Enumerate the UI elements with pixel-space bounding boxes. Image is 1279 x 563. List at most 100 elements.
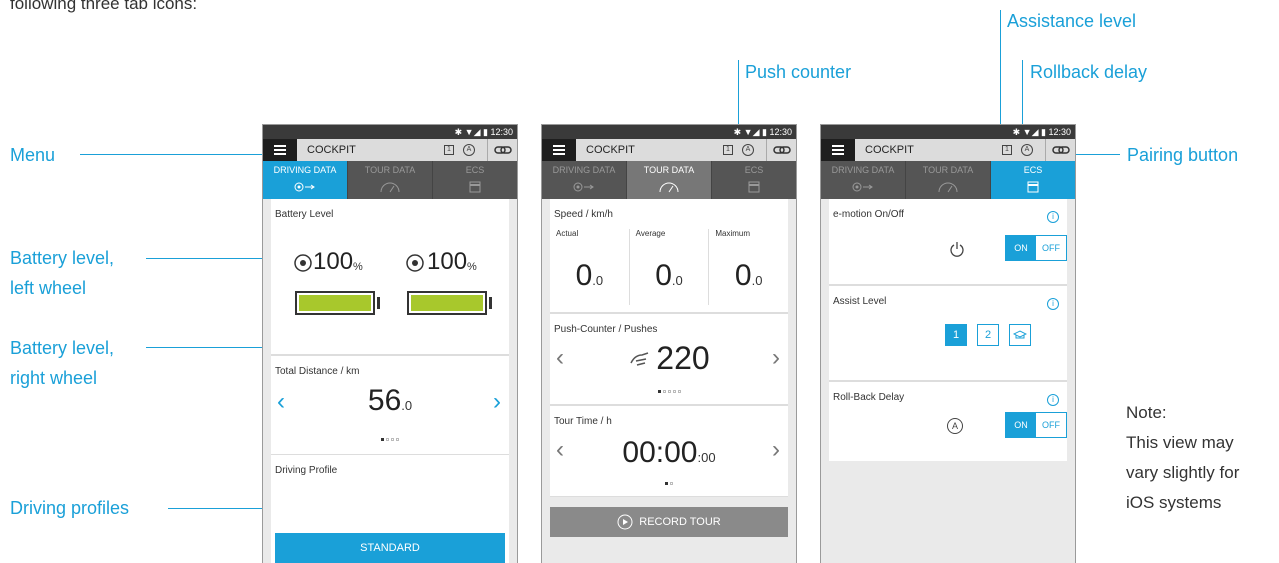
rollback-card: Roll-Back Delay i A ON OFF [829, 381, 1067, 461]
link-icon [1051, 146, 1070, 154]
phone-screen-ecs: ✱ ▼◢ ▮ 12:30 COCKPIT 1 A DRIVING DATA TO… [820, 124, 1076, 563]
distance-value: 56.0 [367, 384, 413, 417]
emotion-card: e-motion On/Off i ON OFF [829, 199, 1067, 285]
assist-card: Assist Level i 1 2 [829, 285, 1067, 381]
rollback-label: Roll-Back Delay [833, 392, 905, 403]
tab-ecs[interactable]: ECS [433, 161, 517, 199]
pairing-button[interactable] [487, 139, 517, 161]
app-bar: COCKPIT 1 A [542, 139, 796, 161]
battery-left: 100% [293, 250, 363, 274]
assist-learn-button[interactable] [1009, 324, 1031, 346]
left-wheel-icon [294, 254, 312, 272]
status-bar: ✱ ▼◢ ▮ 12:30 [263, 125, 517, 139]
pairing-button[interactable] [766, 139, 796, 161]
app-title: COCKPIT [865, 144, 914, 156]
status-bar: ✱ ▼◢ ▮ 12:30 [542, 125, 796, 139]
assist-level-icon[interactable]: 1 [1002, 145, 1012, 155]
phone-screen-driving-data: ✱ ▼◢ ▮ 12:30 COCKPIT 1 A DRIVING DATA TO… [262, 124, 518, 563]
status-icons: ✱ ▼◢ ▮ [454, 127, 491, 137]
intro-text: following three tab icons: [10, 0, 198, 13]
speed-actual: Actual 0.0 [550, 229, 630, 305]
page-dots [550, 482, 788, 485]
assist-level-icon[interactable]: 1 [444, 145, 454, 155]
assist-level-icon[interactable]: 1 [723, 145, 733, 155]
speed-average: Average 0.0 [630, 229, 710, 305]
gauge-icon [659, 182, 679, 193]
rollback-icon[interactable]: A [463, 144, 475, 156]
rollback-icon: A [947, 418, 963, 434]
note: Note: This view may vary slightly for iO… [1126, 403, 1240, 512]
tab-tour-data[interactable]: TOUR DATA [627, 161, 712, 199]
app-bar: COCKPIT 1 A [821, 139, 1075, 161]
tab-ecs[interactable]: ECS [991, 161, 1075, 199]
right-wheel-icon [406, 254, 424, 272]
status-time: 12:30 [490, 127, 513, 137]
callout-battery-left: Battery level, left wheel [10, 248, 115, 298]
content: Speed / km/h Actual 0.0 Average 0.0 Maxi… [542, 199, 796, 563]
content: e-motion On/Off i ON OFF Assist Level i 1… [821, 199, 1075, 563]
tab-driving-data[interactable]: DRIVING DATA [542, 161, 627, 199]
tab-tour-data[interactable]: TOUR DATA [906, 161, 991, 199]
wheel-arrow-icon [573, 182, 594, 192]
tab-bar: DRIVING DATA TOUR DATA ECS [263, 161, 517, 199]
battery-label: Battery Level [275, 209, 334, 220]
tab-driving-data[interactable]: DRIVING DATA [263, 161, 348, 199]
link-icon [493, 146, 512, 154]
page-dots [550, 390, 788, 393]
emotion-toggle[interactable]: ON OFF [1005, 235, 1067, 261]
callout-pairing-button: Pairing button [1127, 145, 1239, 165]
page-dots [271, 438, 509, 441]
speed-maximum: Maximum 0.0 [715, 229, 763, 292]
graduation-cap-icon [1013, 330, 1027, 339]
ecs-icon [748, 181, 760, 193]
play-icon [617, 514, 633, 530]
push-value: 220 [550, 340, 788, 377]
tab-bar: DRIVING DATA TOUR DATA ECS [542, 161, 796, 199]
menu-button[interactable] [821, 139, 855, 161]
status-icons: ✱ ▼◢ ▮ [1012, 127, 1049, 137]
tour-time-value: 00:00:00 [622, 436, 716, 469]
info-icon[interactable]: i [1047, 298, 1059, 310]
info-icon[interactable]: i [1047, 394, 1059, 406]
battery-right-bar [407, 291, 487, 315]
next-arrow[interactable]: › [493, 388, 501, 416]
battery-card: Battery Level 100% 100% [271, 199, 509, 355]
menu-button[interactable] [263, 139, 297, 161]
app-title: COCKPIT [586, 144, 635, 156]
callout-battery-right: Battery level, right wheel [10, 338, 115, 388]
battery-left-bar [295, 291, 375, 315]
callout-driving-profiles: Driving profiles [10, 498, 130, 518]
pairing-button[interactable] [1045, 139, 1075, 161]
distance-card: Total Distance / km ‹ 56.0 › [271, 355, 509, 455]
wheel-arrow-icon [852, 182, 873, 192]
gauge-icon [380, 182, 400, 193]
tab-tour-data[interactable]: TOUR DATA [348, 161, 433, 199]
tab-driving-data[interactable]: DRIVING DATA [821, 161, 906, 199]
battery-left-tip [377, 297, 380, 309]
next-arrow[interactable]: › [772, 344, 780, 372]
next-arrow[interactable]: › [772, 436, 780, 464]
rollback-icon[interactable]: A [1021, 144, 1033, 156]
record-tour-button[interactable]: RECORD TOUR [550, 507, 788, 537]
link-icon [772, 146, 791, 154]
assist-level-2[interactable]: 2 [977, 324, 999, 346]
assist-level-1[interactable]: 1 [945, 324, 967, 346]
battery-right-tip [489, 297, 492, 309]
rollback-toggle[interactable]: ON OFF [1005, 412, 1067, 438]
leader-line [1070, 154, 1120, 155]
callout-menu: Menu [10, 145, 56, 165]
battery-right-value: 100 [427, 248, 468, 275]
assist-levels: 1 2 [945, 324, 1031, 346]
hand-push-icon [630, 351, 649, 366]
menu-button[interactable] [542, 139, 576, 161]
profile-label: Driving Profile [275, 465, 338, 476]
speed-label: Speed / km/h [554, 209, 613, 220]
profile-card: Driving Profile STANDARD [271, 455, 509, 563]
content: Battery Level 100% 100% Total Distance /… [263, 199, 517, 563]
standard-button[interactable]: STANDARD [275, 533, 505, 563]
rollback-icon[interactable]: A [742, 144, 754, 156]
tab-ecs[interactable]: ECS [712, 161, 796, 199]
record-wrap: RECORD TOUR [550, 497, 788, 537]
info-icon[interactable]: i [1047, 211, 1059, 223]
callout-rollback-delay: Rollback delay [1030, 62, 1148, 82]
